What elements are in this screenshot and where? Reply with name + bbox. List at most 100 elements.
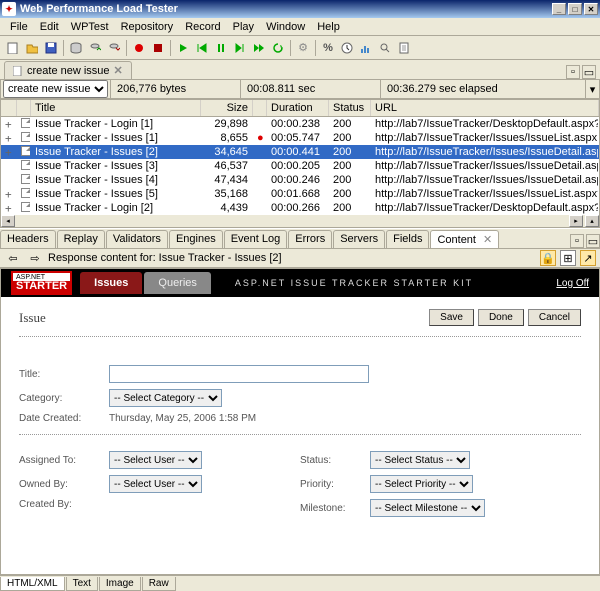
minimize-button[interactable]: _	[552, 3, 566, 15]
tab-issues[interactable]: Issues	[80, 272, 142, 294]
cancel-button[interactable]: Cancel	[528, 309, 581, 326]
expand-icon[interactable]: +	[1, 132, 17, 145]
menu-wptest[interactable]: WPTest	[65, 19, 115, 35]
table-row[interactable]: Issue Tracker - Issues [3]46,53700:00.20…	[1, 159, 599, 173]
status-dropdown-icon[interactable]: ▾	[585, 80, 599, 98]
play-icon[interactable]	[174, 39, 192, 57]
unlock-icon[interactable]: ⊞	[560, 250, 576, 266]
table-row[interactable]: +Issue Tracker - Issues [5]35,16800:01.6…	[1, 187, 599, 201]
db-up-icon[interactable]	[86, 39, 104, 57]
minimize-pane-icon[interactable]: ▫	[566, 65, 580, 79]
maximize-pane-icon[interactable]: ▭	[582, 65, 596, 79]
category-select[interactable]: -- Select Category --	[109, 389, 222, 407]
col-status[interactable]: Status	[329, 100, 371, 116]
scroll-right-icon[interactable]: ▸	[569, 215, 583, 227]
chart-icon[interactable]	[357, 39, 375, 57]
detail-max-icon[interactable]: ▭	[586, 234, 600, 248]
editor-tab[interactable]: create new issue ✕	[4, 61, 132, 79]
view-tab-raw[interactable]: Raw	[142, 577, 176, 591]
menu-help[interactable]: Help	[311, 19, 346, 35]
row-url: http://lab7/IssueTracker/Issues/IssueLis…	[371, 188, 599, 200]
nav-back-icon[interactable]: ⇦	[4, 249, 22, 267]
title-input[interactable]	[109, 365, 369, 383]
detail-tab-replay[interactable]: Replay	[57, 230, 105, 248]
col-duration[interactable]: Duration	[267, 100, 329, 116]
detail-tab-servers[interactable]: Servers	[333, 230, 385, 248]
detail-tab-engines[interactable]: Engines	[169, 230, 223, 248]
owned-by-select[interactable]: -- Select User --	[109, 475, 202, 493]
db-down-icon[interactable]	[105, 39, 123, 57]
issue-form: Issue Save Done Cancel Title: Category: …	[1, 297, 599, 535]
logoff-link[interactable]: Log Off	[556, 278, 589, 289]
magnify-icon[interactable]	[376, 39, 394, 57]
scroll-up-icon[interactable]: ▴	[585, 215, 599, 227]
detail-tab-validators[interactable]: Validators	[106, 230, 168, 248]
record-icon[interactable]	[130, 39, 148, 57]
tab-queries[interactable]: Queries	[144, 272, 211, 294]
table-row[interactable]: Issue Tracker - Issues [4]47,43400:00.24…	[1, 173, 599, 187]
save-button[interactable]: Save	[429, 309, 474, 326]
menu-file[interactable]: File	[4, 19, 34, 35]
page-icon	[17, 146, 31, 159]
row-status: 200	[329, 174, 371, 186]
menu-edit[interactable]: Edit	[34, 19, 65, 35]
done-button[interactable]: Done	[478, 309, 524, 326]
percent-icon[interactable]: %	[319, 39, 337, 57]
row-status: 200	[329, 202, 371, 214]
close-button[interactable]: ✕	[584, 3, 598, 15]
db-icon[interactable]	[67, 39, 85, 57]
priority-select[interactable]: -- Select Priority --	[370, 475, 473, 493]
new-icon[interactable]	[4, 39, 22, 57]
detail-tab-errors[interactable]: Errors	[288, 230, 332, 248]
close-tab-icon[interactable]: ✕	[114, 64, 123, 77]
expand-icon[interactable]: +	[1, 146, 17, 159]
expand-icon[interactable]: +	[1, 202, 17, 215]
col-title[interactable]: Title	[31, 100, 201, 116]
menu-record[interactable]: Record	[179, 19, 226, 35]
maximize-button[interactable]: □	[568, 3, 582, 15]
view-tab-text[interactable]: Text	[66, 577, 98, 591]
pop-icon[interactable]: ↗	[580, 250, 596, 266]
status-select[interactable]: -- Select Status --	[370, 451, 470, 469]
open-icon[interactable]	[23, 39, 41, 57]
col-size[interactable]: Size	[201, 100, 253, 116]
scroll-left-icon[interactable]: ◂	[1, 215, 15, 227]
detail-min-icon[interactable]: ▫	[570, 234, 584, 248]
col-url[interactable]: URL	[371, 100, 599, 116]
detail-tab-event-log[interactable]: Event Log	[224, 230, 288, 248]
table-row[interactable]: +Issue Tracker - Login [2]4,43900:00.266…	[1, 201, 599, 215]
menu-window[interactable]: Window	[260, 19, 311, 35]
view-tab-image[interactable]: Image	[99, 577, 141, 591]
step-back-icon[interactable]	[193, 39, 211, 57]
lock-icon[interactable]: 🔒	[540, 250, 556, 266]
settings-icon[interactable]: ⚙	[294, 39, 312, 57]
detail-tab-headers[interactable]: Headers	[0, 230, 56, 248]
pause-icon[interactable]	[212, 39, 230, 57]
fast-fwd-icon[interactable]	[250, 39, 268, 57]
save-icon[interactable]	[42, 39, 60, 57]
expand-icon[interactable]: +	[1, 188, 17, 201]
menu-play[interactable]: Play	[227, 19, 260, 35]
nav-fwd-icon[interactable]: ⇨	[26, 249, 44, 267]
row-size: 4,439	[201, 202, 253, 214]
page-icon	[17, 132, 31, 145]
table-row[interactable]: +Issue Tracker - Issues [2]34,64500:00.4…	[1, 145, 599, 159]
refresh-icon[interactable]	[269, 39, 287, 57]
view-tab-html-xml[interactable]: HTML/XML	[0, 577, 65, 591]
expand-icon[interactable]: +	[1, 118, 17, 131]
detail-tab-content[interactable]: Content ✕	[430, 230, 499, 248]
table-row[interactable]: +Issue Tracker - Login [1]29,89800:00.23…	[1, 117, 599, 131]
milestone-select[interactable]: -- Select Milestone --	[370, 499, 485, 517]
window-titlebar: ✦ Web Performance Load Tester _ □ ✕	[0, 0, 600, 18]
clock-icon[interactable]	[338, 39, 356, 57]
stop-icon[interactable]	[149, 39, 167, 57]
detail-tab-fields[interactable]: Fields	[386, 230, 429, 248]
assigned-to-select[interactable]: -- Select User --	[109, 451, 202, 469]
report-icon[interactable]	[395, 39, 413, 57]
step-icon[interactable]	[231, 39, 249, 57]
test-select[interactable]: create new issue	[3, 80, 108, 98]
close-detail-icon[interactable]: ✕	[480, 234, 492, 246]
table-row[interactable]: +Issue Tracker - Issues [1]8,655●00:05.7…	[1, 131, 599, 145]
grid-hscroll[interactable]: ◂ ▸ ▴	[1, 215, 599, 227]
menu-repository[interactable]: Repository	[115, 19, 180, 35]
